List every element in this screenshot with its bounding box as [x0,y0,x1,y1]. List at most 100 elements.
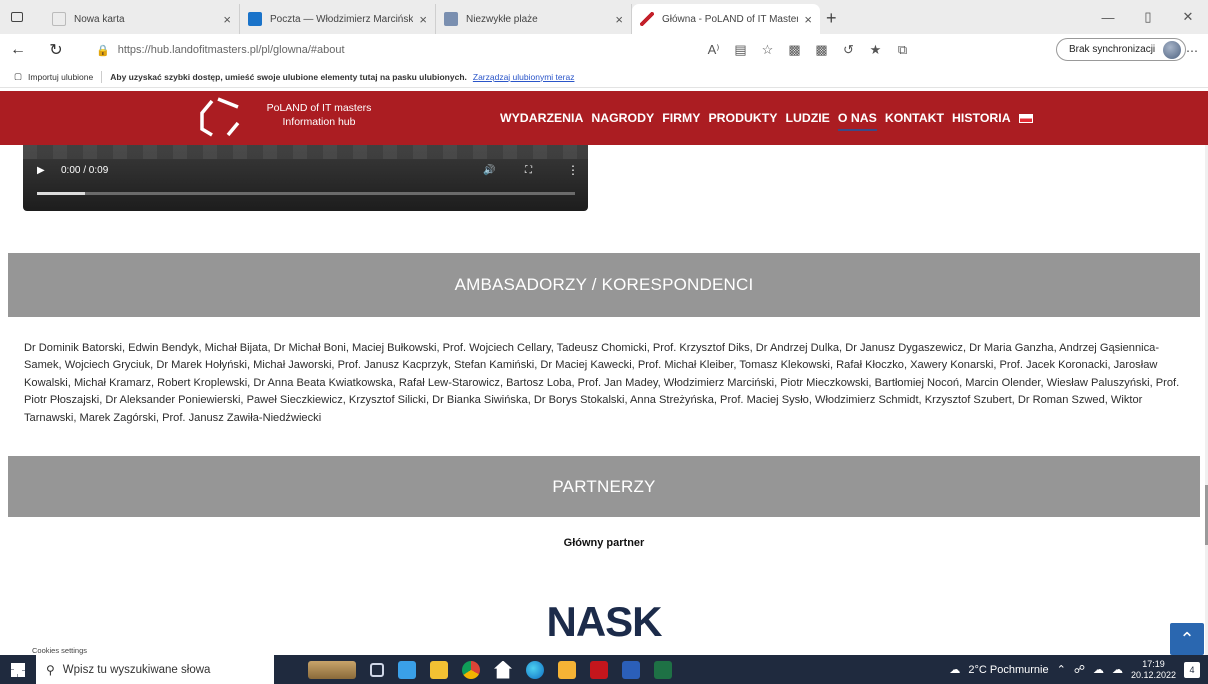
notifications-icon[interactable]: 4 [1184,661,1200,678]
volume-icon[interactable]: 🔊 [483,165,495,176]
favorites-hint: Aby uzyskać szybki dostęp, umieść swoje … [110,71,467,82]
import-favorites-icon[interactable]: ▢ [14,71,22,82]
play-icon[interactable]: ▶ [37,165,45,176]
word-icon[interactable] [622,660,640,679]
tab-new-tab[interactable]: Nowa karta × [44,4,240,34]
beaches-favicon-icon [444,12,458,26]
nav-historia[interactable]: HISTORIA [952,111,1011,125]
browser-tab-strip: Nowa karta × Poczta — Włodzimierz Marciń… [0,0,1208,34]
tab-actions-icon[interactable] [8,8,26,26]
add-favorite-icon[interactable]: ☆ [754,39,781,61]
favorites-icon[interactable]: ★ [862,39,889,61]
url-field[interactable]: 🔒 https://hub.landofitmasters.pl/pl/glow… [96,39,666,61]
collections-icon[interactable]: ⧉ [889,39,916,61]
tab-label: Nowa karta [74,13,125,25]
close-tab-icon[interactable]: × [804,12,812,27]
address-bar: ← ↻ 🔒 https://hub.landofitmasters.pl/pl/… [0,34,1208,66]
close-tab-icon[interactable]: × [615,12,623,27]
video-more-icon[interactable]: ⋮ [567,163,579,177]
search-icon: ⚲ [46,662,55,677]
start-button[interactable] [0,655,36,684]
new-tab-button[interactable]: + [826,8,837,29]
cloud-sync-icon[interactable]: ☁ [1112,663,1123,676]
poland-it-masters-favicon-icon [640,12,654,26]
mcafee-icon[interactable] [590,660,608,679]
chrome-icon[interactable] [462,660,480,679]
nav-firmy[interactable]: FIRMY [662,111,700,125]
import-favorites-link[interactable]: Importuj ulubione [28,72,93,82]
tab-poland-it-masters[interactable]: Główna - PoLAND of IT Masters × [632,4,820,34]
settings-more-icon[interactable]: ⋯ [1186,44,1198,58]
address-bar-tools: A⁾ ▤ ☆ ▩ ▩ ↺ ★ ⧉ [700,39,916,61]
read-aloud-icon[interactable]: A⁾ [700,39,727,61]
weather-widget-icon[interactable] [308,660,356,679]
back-icon[interactable]: ← [6,38,30,62]
close-tab-icon[interactable]: × [223,12,231,27]
partners-heading: PARTNERZY [8,456,1200,517]
restore-icon[interactable]: ▯ [1128,0,1168,34]
manage-favorites-link[interactable]: Zarządzaj ulubionymi teraz [473,72,575,82]
weather-label[interactable]: 2°C Pochmurnie [968,664,1048,676]
extension-icon[interactable]: ▩ [808,39,835,61]
edge-icon[interactable] [526,660,544,679]
home-icon[interactable] [494,660,512,679]
refresh-extension-icon[interactable]: ↺ [835,39,862,61]
taskbar-clock[interactable]: 17:19 20.12.2022 [1131,659,1176,681]
immersive-reader-icon[interactable]: ▤ [727,39,754,61]
clock-time: 17:19 [1142,658,1165,669]
favorites-bar: ▢ Importuj ulubione Aby uzyskać szybki d… [0,66,1208,88]
ambassadors-heading: AMBASADORZY / KORESPONDENCI [8,253,1200,317]
chevron-up-icon: ⌃ [1179,628,1195,649]
nav-ludzie[interactable]: LUDZIE [785,111,829,125]
clock-date: 20.12.2022 [1130,669,1176,680]
tab-label: Główna - PoLAND of IT Masters [662,13,799,25]
window-controls: — ▯ ✕ [1088,0,1208,34]
store-icon[interactable] [398,660,416,679]
chevron-up-icon[interactable]: ⌃ [1057,663,1066,676]
task-view-icon[interactable] [370,662,384,677]
file-explorer-icon[interactable] [430,660,448,679]
nav-kontakt[interactable]: KONTAKT [885,111,944,125]
video-progress-fill [37,192,86,195]
poland-it-masters-logo-icon[interactable] [198,95,242,139]
nav-produkty[interactable]: PRODUKTY [708,111,777,125]
fullscreen-icon[interactable]: ⛶ [525,165,532,176]
ambassadors-list: Dr Dominik Batorski, Edwin Bendyk, Micha… [24,342,1180,424]
nask-logo[interactable]: NASK [0,598,1208,646]
url-text: https://hub.landofitmasters.pl/pl/glowna… [117,44,345,56]
mail-favicon-icon [248,12,262,26]
onedrive-icon[interactable]: ☁ [1093,663,1104,676]
logo-subtitle: Information hub [282,116,356,128]
nav-o-nas[interactable]: O NAS [837,111,877,131]
tab-label: Niezwykłe plaże [466,13,538,25]
excel-icon[interactable] [654,660,672,679]
tab-mail[interactable]: Poczta — Włodzimierz Marciński × [240,4,436,34]
video-player[interactable]: ▶ 0:00 / 0:09 🔊 ⛶ ⋮ [23,145,588,211]
taskbar-search[interactable]: ⚲ Wpisz tu wyszukiwane słowa [36,655,274,684]
tab-beaches[interactable]: Niezwykłe plaże × [436,4,632,34]
cloud-icon: ☁ [949,664,961,676]
divider [101,70,103,83]
nav-wydarzenia[interactable]: WYDARZENIA [500,111,583,125]
minimize-icon[interactable]: — [1088,0,1128,34]
scroll-to-top-button[interactable]: ⌃ [1170,623,1204,655]
sync-button[interactable]: Brak synchronizacji [1056,38,1187,61]
extension-icon[interactable]: ▩ [781,39,808,61]
nav-nagrody[interactable]: NAGRODY [591,111,654,125]
logo-title: PoLAND of IT masters [266,102,372,114]
taskbar-search-placeholder: Wpisz tu wyszukiwane słowa [62,663,211,676]
main-navigation: WYDARZENIA NAGRODY FIRMY PRODUKTY LUDZIE… [500,91,1033,145]
network-icon[interactable]: ☍ [1074,663,1085,676]
refresh-icon[interactable]: ↻ [44,38,68,62]
main-partner-label: Główny partner [563,537,645,549]
polish-flag-icon[interactable] [1018,113,1033,123]
close-tab-icon[interactable]: × [419,12,427,27]
system-tray: ☁ 2°C Pochmurnie ⌃ ☍ ☁ ☁ 17:19 20.12.202… [949,655,1200,684]
cookies-settings-link[interactable]: Cookies settings [32,646,87,655]
windows-logo-icon [11,662,25,677]
new-tab-favicon-icon [52,12,66,26]
site-logo-text[interactable]: PoLAND of IT masters Information hub [254,101,384,129]
video-progress-bar[interactable] [37,192,575,195]
sticky-notes-icon[interactable] [558,660,576,679]
close-window-icon[interactable]: ✕ [1168,0,1208,34]
